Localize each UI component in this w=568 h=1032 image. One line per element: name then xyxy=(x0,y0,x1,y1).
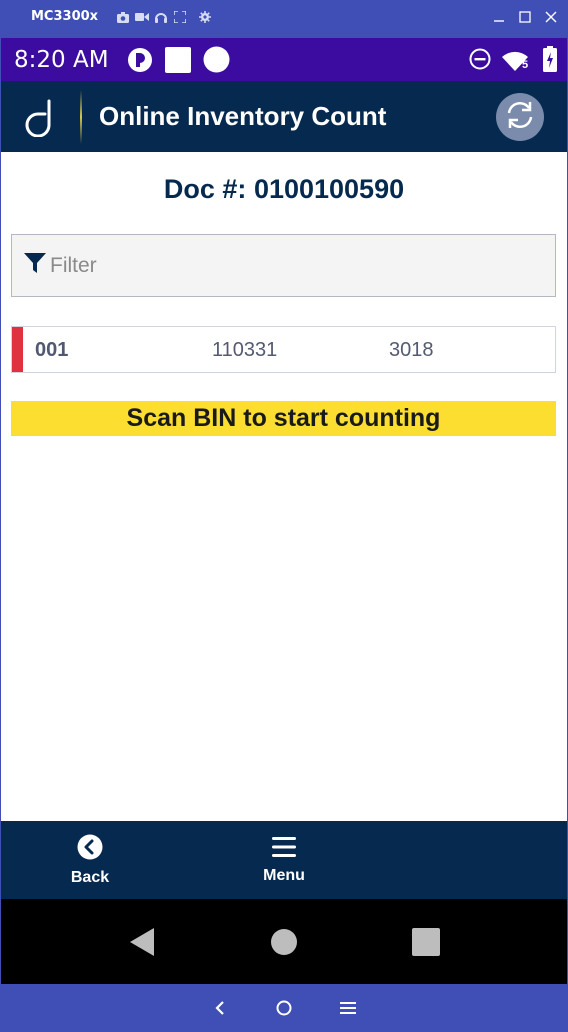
notification-app-icon xyxy=(127,47,153,78)
battery-charging-icon xyxy=(543,46,557,77)
filter-input[interactable] xyxy=(46,253,526,278)
device-screen: 8:20 AM 5 Online Inventory Count Doc #: … xyxy=(1,38,567,984)
scan-instruction-banner: Scan BIN to start counting xyxy=(11,401,556,436)
document-number: 0100100590 xyxy=(253,174,405,204)
android-back-icon[interactable] xyxy=(124,924,160,960)
back-button[interactable]: Back xyxy=(40,821,140,899)
video-icon[interactable] xyxy=(135,10,149,24)
square-notification-icon xyxy=(165,46,191,78)
emulator-title-bar: MC3300x xyxy=(0,0,568,38)
status-notification-icons xyxy=(127,46,230,78)
menu-label: Menu xyxy=(263,866,305,884)
settings-icon[interactable] xyxy=(198,10,212,24)
filter-field[interactable] xyxy=(11,234,556,297)
maximize-icon[interactable] xyxy=(518,8,532,26)
row-status-marker xyxy=(12,327,23,372)
status-bar: 8:20 AM 5 xyxy=(1,38,567,81)
wifi-badge: 5 xyxy=(522,58,529,71)
minimize-icon[interactable] xyxy=(492,8,506,26)
d-logo-icon xyxy=(25,99,57,138)
row-cell-item: 110331 xyxy=(212,339,278,361)
row-cell-bin: 001 xyxy=(35,339,69,361)
emulator-bottom-bar xyxy=(0,984,568,1032)
do-not-disturb-icon xyxy=(469,48,491,75)
window-controls xyxy=(492,8,558,26)
android-navigation-bar xyxy=(1,899,567,984)
status-system-icons: 5 xyxy=(469,46,557,77)
android-home-icon[interactable] xyxy=(266,924,302,960)
fullscreen-icon[interactable] xyxy=(173,10,187,24)
back-circle-icon xyxy=(77,834,103,865)
wifi-icon: 5 xyxy=(502,51,532,73)
hamburger-menu-icon xyxy=(272,836,296,863)
menu-lines-icon[interactable] xyxy=(336,996,360,1020)
back-chevron-icon[interactable] xyxy=(208,996,232,1020)
menu-button[interactable]: Menu xyxy=(234,821,334,899)
android-recents-icon[interactable] xyxy=(408,924,444,960)
page-title: Online Inventory Count xyxy=(99,101,387,131)
app-header: Online Inventory Count xyxy=(1,81,567,152)
sync-icon xyxy=(503,98,537,137)
row-cell-location: 3018 xyxy=(389,339,434,361)
emulator-device-name: MC3300x xyxy=(31,9,99,24)
camera-icon[interactable] xyxy=(116,10,130,24)
close-icon[interactable] xyxy=(544,8,558,26)
document-label: Doc #: xyxy=(163,174,247,204)
document-number-heading: Doc #: 0100100590 xyxy=(1,174,567,205)
sync-button[interactable] xyxy=(496,93,544,141)
headset-icon[interactable] xyxy=(154,10,168,24)
filter-funnel-icon xyxy=(24,253,46,278)
bottom-navigation: Back Menu xyxy=(1,821,567,899)
back-label: Back xyxy=(70,868,110,886)
home-circle-icon[interactable] xyxy=(272,996,296,1020)
emulator-toolbar xyxy=(116,10,212,24)
table-row[interactable]: 001 110331 3018 xyxy=(11,326,556,373)
circle-notification-icon xyxy=(203,46,230,78)
header-divider xyxy=(80,90,82,144)
status-time: 8:20 AM xyxy=(14,47,109,73)
